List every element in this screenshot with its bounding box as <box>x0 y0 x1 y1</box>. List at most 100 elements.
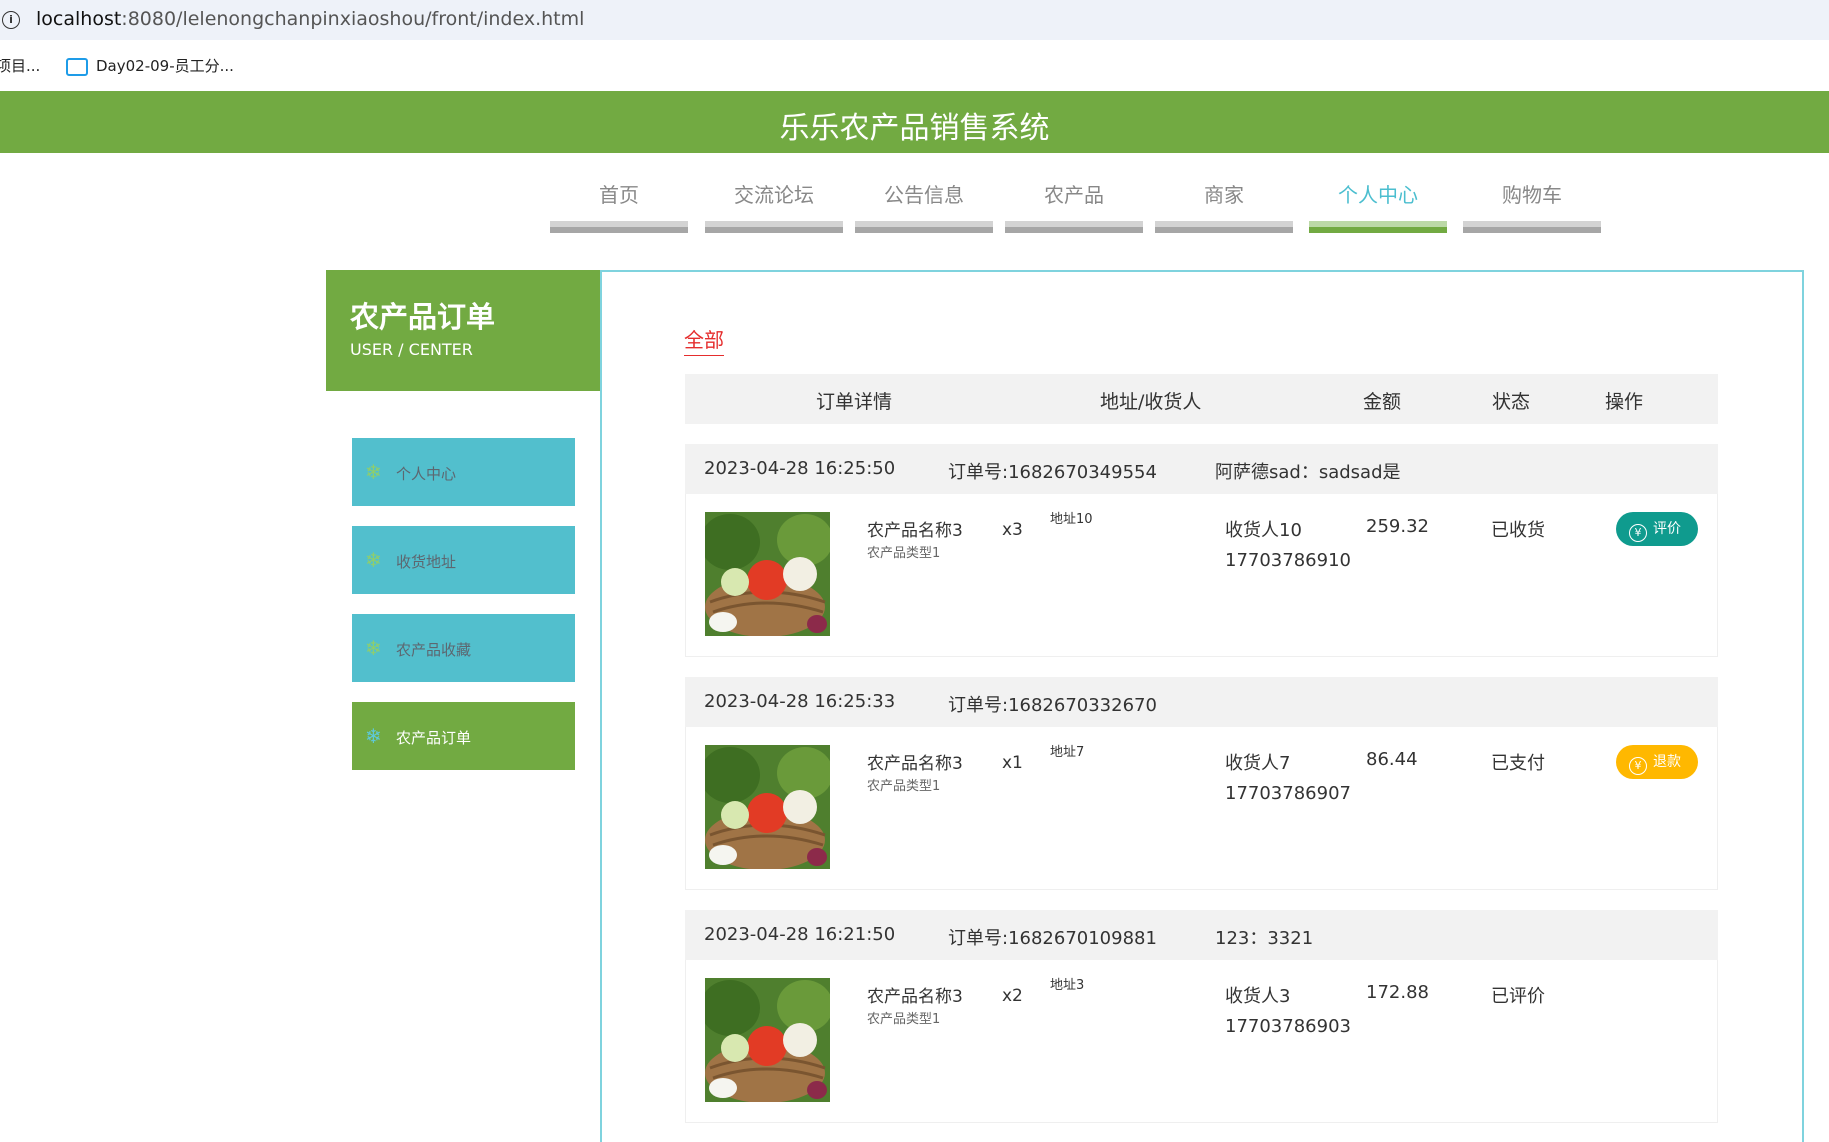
receiver-name: 收货人3 <box>1225 986 1291 1007</box>
snowflake-icon: ❄ <box>365 548 382 572</box>
order-time: 2023-04-28 16:25:50 <box>704 458 896 479</box>
url-text[interactable]: localhost:8080/lelenongchanpinxiaoshou/f… <box>36 8 584 30</box>
product-name[interactable]: 农产品名称3 <box>867 516 963 541</box>
product-name[interactable]: 农产品名称3 <box>867 982 963 1007</box>
product-name[interactable]: 农产品名称3 <box>867 749 963 774</box>
snowflake-icon: ❄ <box>365 724 382 748</box>
receiver-info: 收货人10 17703786910 <box>1225 516 1351 576</box>
side-item-user-center[interactable]: ❄ 个人中心 <box>352 438 575 506</box>
bookmark-item[interactable]: 项目... <box>0 55 40 76</box>
bilibili-icon <box>66 57 88 76</box>
side-item-orders[interactable]: ❄ 农产品订单 <box>352 702 575 770</box>
order-number: 订单号:1682670109881 <box>948 928 1157 949</box>
site-title: 乐乐农产品销售系统 <box>779 111 1050 146</box>
product-quantity: x3 <box>1002 520 1023 540</box>
column-header: 金额 <box>1363 391 1402 413</box>
nav-home[interactable]: 首页 <box>550 180 688 233</box>
side-item-address[interactable]: ❄ 收货地址 <box>352 526 575 594</box>
orders-table-header: 订单详情 地址/收货人 金额 状态 操作 <box>685 374 1718 424</box>
site-info-icon[interactable]: i <box>2 11 20 29</box>
tab-all[interactable]: 全部 <box>684 324 724 356</box>
order-header: 2023-04-28 16:21:50 订单号:1682670109881 12… <box>685 910 1718 960</box>
column-header: 地址/收货人 <box>1100 391 1202 413</box>
nav-underline <box>705 221 843 233</box>
product-image[interactable] <box>705 978 830 1102</box>
order-item: 农产品名称3 农产品类型1 x3 地址10 收货人10 17703786910 … <box>685 494 1718 657</box>
nav-underline <box>1005 221 1143 233</box>
order-item: 农产品名称3 农产品类型1 x1 地址7 收货人7 17703786907 86… <box>685 727 1718 890</box>
order-status: 已收货 <box>1491 520 1545 541</box>
order-status: 已评价 <box>1491 986 1545 1007</box>
nav-underline <box>1463 221 1601 233</box>
order-number: 订单号:1682670349554 <box>948 462 1157 483</box>
order-note: 123：3321 <box>1215 928 1314 949</box>
side-item-label: 个人中心 <box>396 465 457 483</box>
column-header: 状态 <box>1492 391 1531 413</box>
delivery-address: 地址10 <box>1050 512 1093 527</box>
side-item-favorites[interactable]: ❄ 农产品收藏 <box>352 614 575 682</box>
order-time: 2023-04-28 16:25:33 <box>704 691 896 712</box>
receiver-name: 收货人10 <box>1225 520 1302 541</box>
nav-merchants[interactable]: 商家 <box>1155 180 1293 233</box>
order-number: 订单号:1682670332670 <box>948 695 1157 716</box>
nav-underline <box>1309 221 1447 233</box>
browser-address-bar[interactable]: i localhost:8080/lelenongchanpinxiaoshou… <box>0 0 1829 40</box>
order-status: 已支付 <box>1491 753 1545 774</box>
orders-panel: 全部 订单详情 地址/收货人 金额 状态 操作 2023-04-28 16:25… <box>600 270 1804 1142</box>
nav-label: 商家 <box>1204 183 1244 207</box>
delivery-address: 地址3 <box>1050 978 1085 993</box>
order-amount: 86.44 <box>1366 749 1418 770</box>
receiver-phone: 17703786907 <box>1225 783 1351 804</box>
receiver-phone: 17703786910 <box>1225 550 1351 571</box>
receiver-info: 收货人3 17703786903 <box>1225 982 1351 1042</box>
nav-user-center[interactable]: 个人中心 <box>1309 180 1447 233</box>
nav-underline <box>1155 221 1293 233</box>
order-card: 2023-04-28 16:25:33 订单号:1682670332670 农产… <box>685 677 1718 891</box>
nav-label: 首页 <box>599 183 639 207</box>
bookmarks-bar: 项目... Day02-09-员工分... <box>0 40 1829 90</box>
nav-label: 购物车 <box>1502 183 1562 207</box>
order-card: 2023-04-28 16:21:50 订单号:1682670109881 12… <box>685 910 1718 1124</box>
product-type: 农产品类型1 <box>867 779 941 794</box>
nav-notice[interactable]: 公告信息 <box>855 180 993 233</box>
bookmark-item[interactable]: Day02-09-员工分... <box>66 55 234 76</box>
receiver-phone: 17703786903 <box>1225 1016 1351 1037</box>
snowflake-icon: ❄ <box>365 460 382 484</box>
product-type: 农产品类型1 <box>867 546 941 561</box>
product-image[interactable] <box>705 745 830 869</box>
nav-underline <box>550 221 688 233</box>
yen-icon: ¥ <box>1629 757 1647 775</box>
order-amount: 172.88 <box>1366 982 1429 1003</box>
snowflake-icon: ❄ <box>365 636 382 660</box>
order-amount: 259.32 <box>1366 516 1429 537</box>
nav-cart[interactable]: 购物车 <box>1463 180 1601 233</box>
button-label: 评价 <box>1653 521 1681 537</box>
side-panel-subtitle: USER / CENTER <box>350 340 473 359</box>
receiver-name: 收货人7 <box>1225 753 1291 774</box>
review-button[interactable]: ¥ 评价 <box>1616 512 1698 546</box>
receiver-info: 收货人7 17703786907 <box>1225 749 1351 809</box>
side-panel-header: 农产品订单 USER / CENTER <box>326 270 600 391</box>
side-panel-title: 农产品订单 <box>350 300 496 334</box>
site-header: 乐乐农产品销售系统 <box>0 91 1829 153</box>
order-header: 2023-04-28 16:25:33 订单号:1682670332670 <box>685 677 1718 727</box>
column-header: 订单详情 <box>816 391 893 413</box>
product-image[interactable] <box>705 512 830 636</box>
side-item-label: 农产品订单 <box>396 729 472 747</box>
order-card: 2023-04-28 16:25:50 订单号:1682670349554 阿萨… <box>685 444 1718 658</box>
product-quantity: x1 <box>1002 753 1023 773</box>
button-label: 退款 <box>1653 754 1681 770</box>
side-item-label: 收货地址 <box>396 553 457 571</box>
nav-label: 交流论坛 <box>734 183 814 207</box>
refund-button[interactable]: ¥ 退款 <box>1616 745 1698 779</box>
column-header: 操作 <box>1605 391 1644 413</box>
product-type: 农产品类型1 <box>867 1012 941 1027</box>
side-item-label: 农产品收藏 <box>396 641 472 659</box>
nav-forum[interactable]: 交流论坛 <box>705 180 843 233</box>
order-item: 农产品名称3 农产品类型1 x2 地址3 收货人3 17703786903 17… <box>685 960 1718 1123</box>
nav-label: 农产品 <box>1044 183 1104 207</box>
nav-products[interactable]: 农产品 <box>1005 180 1143 233</box>
nav-label: 个人中心 <box>1338 183 1418 207</box>
order-header: 2023-04-28 16:25:50 订单号:1682670349554 阿萨… <box>685 444 1718 494</box>
product-quantity: x2 <box>1002 986 1023 1006</box>
